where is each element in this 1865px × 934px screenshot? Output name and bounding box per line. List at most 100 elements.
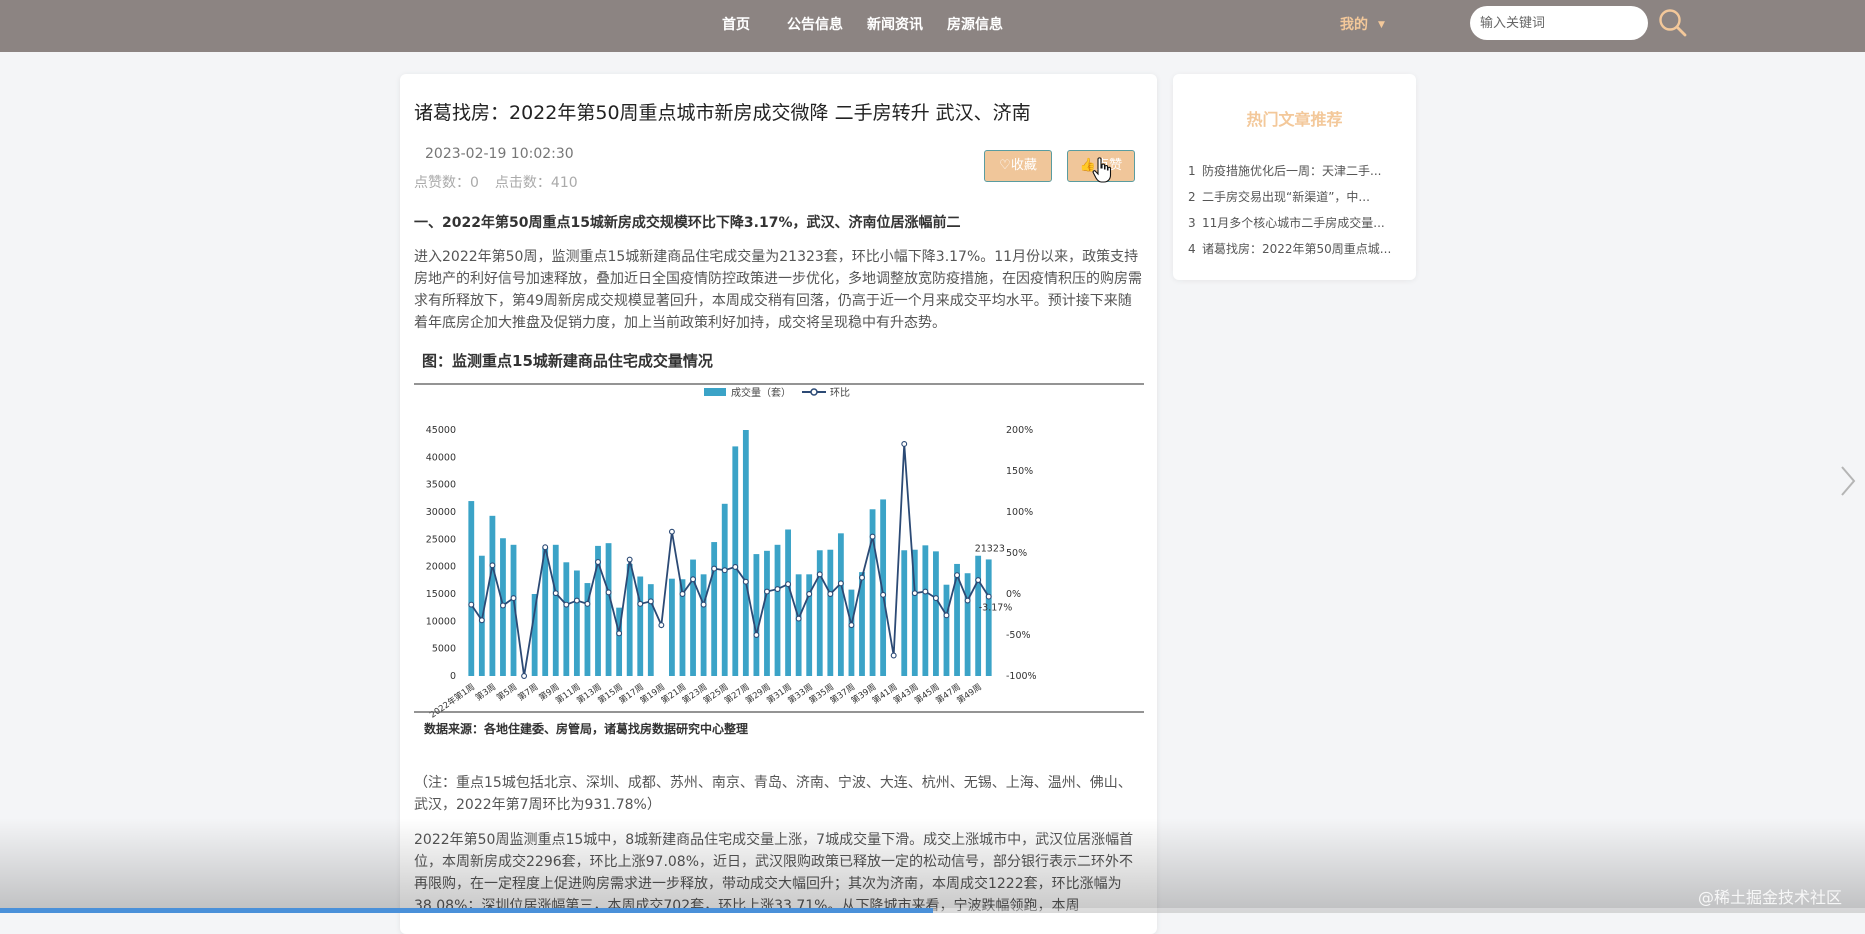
chart-line-point (732, 563, 739, 570)
chart-bar (732, 446, 739, 676)
chart-bar (489, 515, 496, 676)
chart-line-point (563, 601, 570, 608)
chart-bar (468, 501, 475, 676)
chart-bar (985, 559, 992, 676)
hot-article-label: 11月多个核心城市二手房成交量... (1202, 216, 1385, 230)
hot-articles-title: 热门文章推荐 (1246, 110, 1343, 129)
nav-notices[interactable]: 公告信息 (787, 14, 843, 34)
chart-line-point (911, 590, 918, 597)
y-axis-tick-label: 5000 (432, 644, 456, 655)
chart-line-point (489, 562, 496, 569)
chart-line-point (478, 617, 485, 624)
chart-plot-area: 45000 40000 35000 30000 25000 20000 15000 10000… (426, 425, 1037, 721)
chart-bar (721, 503, 728, 676)
chart-note: （注：重点15城包括北京、深圳、成都、苏州、南京、青岛、济南、宁波、大连、杭州、… (414, 775, 1132, 813)
clicks-label: 点击数： (494, 175, 551, 191)
chart-line-point (837, 580, 844, 587)
nav-home[interactable]: 首页 (722, 14, 750, 34)
chart-bar (837, 533, 844, 676)
chart-bar (827, 549, 834, 676)
chart-bar (848, 589, 855, 676)
chart-line-point (859, 574, 865, 581)
chart-line-point (510, 595, 517, 602)
chevron-right-icon[interactable] (1838, 464, 1858, 498)
article-stats: 点赞数：0 点击数：410 (414, 172, 578, 192)
y-axis-tick-label: 30000 (426, 507, 456, 518)
likes-count: 0 (470, 175, 479, 191)
chart-bar (626, 563, 633, 676)
chart-line-point (626, 556, 633, 563)
chart-data-label: 21323 (975, 543, 1005, 554)
chart-bar (933, 551, 939, 676)
chart-bar (964, 573, 971, 676)
article-title: 诸葛找房：2022年第50周重点城市新房成交微降 二手房转升 武汉、济南 (414, 102, 1031, 124)
favorite-button[interactable]: ♡收藏 (984, 150, 1052, 182)
chart-line-point (584, 600, 591, 607)
chart-data-label: -3.17% (979, 603, 1013, 614)
top-navbar: 首页 公告信息 新闻资讯 房源信息 我的 ▼ (0, 0, 1865, 52)
chart-line-point (932, 595, 939, 602)
search-icon[interactable] (1658, 8, 1688, 38)
chart-line-point (742, 578, 749, 585)
user-menu[interactable]: 我的 ▼ (1340, 14, 1385, 34)
legend-line-label: 环比 (830, 387, 850, 399)
watermark: @稀土掘金技术社区 (1698, 888, 1843, 907)
chart-line-point (679, 591, 686, 597)
chart-line-point (700, 601, 707, 608)
y-axis-tick-label: 35000 (426, 480, 456, 491)
chart-line-point (943, 612, 950, 619)
chart-line-point (573, 597, 580, 604)
chart-line-point (542, 544, 549, 551)
chart-bar (785, 529, 791, 676)
chart-bar (753, 554, 760, 676)
y-axis-tick-label: 20000 (426, 562, 456, 573)
chart-bar (975, 555, 982, 676)
chart-line-point (721, 567, 728, 574)
hand-cursor-icon (1092, 157, 1112, 183)
chart-bar (764, 550, 770, 676)
chart-line-point (954, 572, 960, 579)
y2-axis-tick-label: 50% (1006, 548, 1027, 559)
chart-line-point (774, 586, 781, 593)
chart-bar (605, 543, 612, 676)
section-heading: 一、2022年第50周重点15城新房成交规模环比下降3.17%，武汉、济南位居涨… (414, 215, 961, 231)
y-axis-tick-label: 15000 (426, 589, 456, 600)
hot-article-number: 2 (1188, 190, 1196, 204)
caret-down-icon: ▼ (1378, 20, 1385, 30)
x-axis-tick-label: 第7周 (516, 681, 541, 703)
y2-axis-tick-label: -100% (1006, 671, 1037, 682)
chart-line-point (616, 630, 623, 637)
user-menu-label: 我的 (1340, 17, 1368, 33)
chart-line-point (605, 589, 612, 596)
hot-article-item[interactable]: 2 二手房交易出现“新渠道”，中... (1188, 188, 1408, 205)
y-axis-tick-label: 0 (450, 671, 456, 682)
y2-axis-tick-label: -50% (1006, 630, 1031, 641)
nav-news[interactable]: 新闻资讯 (867, 14, 923, 34)
chart-bar (637, 576, 644, 676)
chart-line-point (975, 577, 982, 584)
chart-line-point (890, 652, 897, 659)
x-axis-tick-label: 第3周 (473, 681, 498, 703)
chart-bar (742, 430, 749, 676)
hot-articles-panel: 热门文章推荐 1 防疫措施优化后一周：天津二手... 2 二手房交易出现“新渠道”，… (1173, 74, 1416, 280)
nav-houses[interactable]: 房源信息 (947, 14, 1003, 34)
chart-line-point (985, 593, 992, 600)
search-input[interactable] (1470, 6, 1648, 40)
video-progress-bar[interactable] (0, 908, 1865, 913)
hot-article-item[interactable]: 3 11月多个核心城市二手房成交量... (1188, 214, 1408, 231)
legend-line-marker (810, 388, 818, 396)
chart-line-point (795, 615, 802, 622)
chart-bar (573, 570, 580, 676)
x-axis-tick-label: 第5周 (495, 681, 520, 703)
legend-bar-swatch (704, 388, 726, 396)
y2-axis-tick-label: 0% (1006, 589, 1021, 600)
hot-article-number: 4 (1188, 242, 1196, 256)
chart-line-point (901, 440, 908, 447)
article-timestamp: 2023-02-19 10:02:30 (425, 146, 574, 162)
hot-article-item[interactable]: 1 防疫措施优化后一周：天津二手... (1188, 162, 1408, 179)
y2-axis-tick-label: 150% (1006, 466, 1033, 477)
chart-line-point (647, 598, 654, 605)
hot-article-item[interactable]: 4 诸葛找房：2022年第50周重点城... (1188, 240, 1408, 257)
chart-series-line (470, 443, 990, 677)
chart-line-point (922, 588, 929, 595)
